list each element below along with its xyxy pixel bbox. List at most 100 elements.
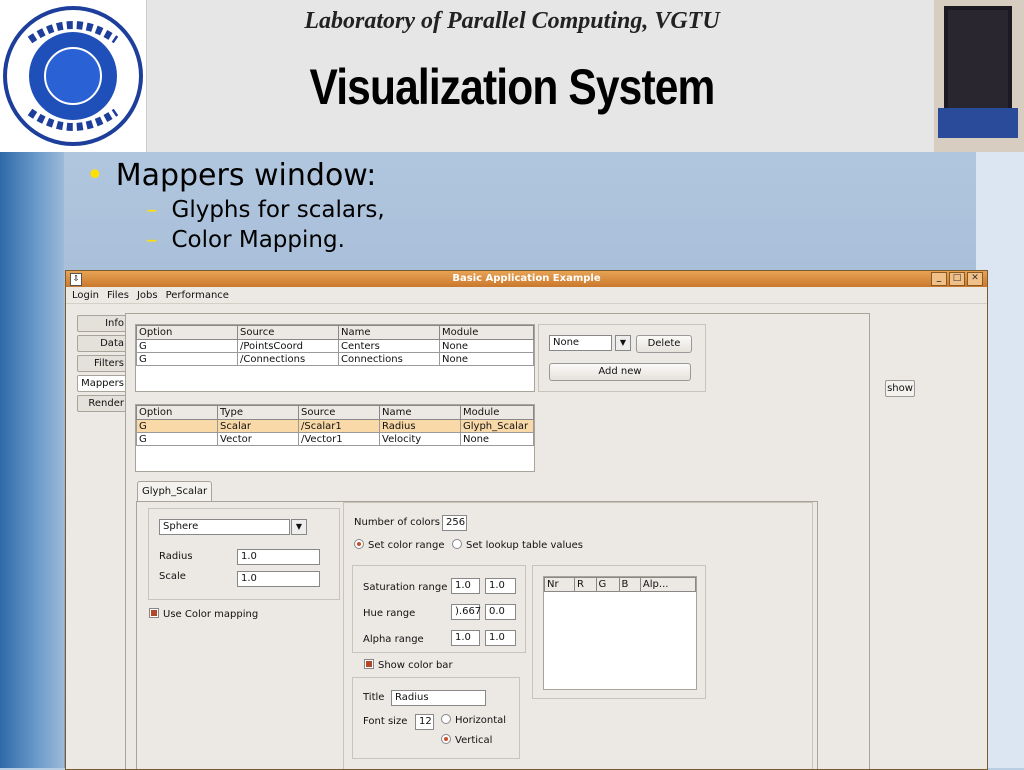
- table-row[interactable]: G Vector /Vector1 Velocity None: [136, 432, 534, 446]
- show-button[interactable]: show: [885, 380, 915, 397]
- vertical-radio[interactable]: Vertical: [441, 734, 492, 746]
- window-controls: _ □ ✕: [931, 272, 983, 286]
- column-header[interactable]: Option: [136, 405, 218, 420]
- menu-bar: Login Files Jobs Performance: [66, 287, 987, 304]
- table-cell: G: [136, 352, 238, 366]
- table-cell: G: [136, 339, 238, 353]
- set-color-range-label: Set color range: [368, 540, 445, 551]
- font-size-field[interactable]: 12: [415, 714, 434, 730]
- alpha-label: Alpha range: [363, 634, 424, 645]
- number-of-colors-field[interactable]: 256: [442, 515, 467, 531]
- menu-files[interactable]: Files: [107, 290, 129, 301]
- color-bar-group: Title Radius Font size 12 Horizontal Ver…: [352, 677, 520, 759]
- add-new-button[interactable]: Add new: [549, 363, 691, 381]
- vertical-label: Vertical: [455, 735, 493, 746]
- radio-icon: [354, 539, 364, 549]
- title-field[interactable]: Radius: [391, 690, 486, 706]
- horizontal-radio[interactable]: Horizontal: [441, 714, 506, 726]
- table-row-selected[interactable]: G Scalar /Scalar1 Radius Glyph_Scalar: [136, 419, 534, 433]
- saturation-label: Saturation range: [363, 582, 448, 593]
- window-titlebar[interactable]: ⇩ Basic Application Example _ □ ✕: [66, 271, 987, 287]
- column-header[interactable]: Name: [338, 325, 440, 340]
- color-mapping-group: Number of colors 256 Set color range Set…: [343, 502, 813, 769]
- menu-jobs[interactable]: Jobs: [137, 290, 158, 301]
- chevron-down-icon[interactable]: ▼: [615, 335, 631, 351]
- bullet-sub-text: Color Mapping.: [171, 227, 345, 253]
- set-lookup-radio[interactable]: Set lookup table values: [452, 539, 583, 551]
- alpha-max-field[interactable]: 1.0: [485, 630, 516, 646]
- column-header[interactable]: Alp...: [639, 577, 697, 592]
- column-header[interactable]: Module: [460, 405, 534, 420]
- column-header[interactable]: R: [573, 577, 597, 592]
- radius-field[interactable]: 1.0: [237, 549, 320, 565]
- radio-icon: [441, 734, 451, 744]
- column-header[interactable]: Nr: [544, 577, 575, 592]
- column-header[interactable]: Source: [237, 325, 339, 340]
- table-cell: /Connections: [237, 352, 339, 366]
- sources-table-box: Option Source Name Module G /PointsCoord…: [135, 324, 535, 392]
- table-cell: Connections: [338, 352, 440, 366]
- dash-icon: –: [146, 197, 158, 223]
- column-header[interactable]: Name: [379, 405, 461, 420]
- table-cell: /Scalar1: [298, 419, 380, 433]
- set-lookup-label: Set lookup table values: [466, 540, 583, 551]
- table-row[interactable]: G /Connections Connections None: [136, 352, 534, 366]
- bullet-sub-text: Glyphs for scalars,: [171, 197, 385, 223]
- table-row[interactable]: G /PointsCoord Centers None: [136, 339, 534, 353]
- hue-min-field[interactable]: ).667: [451, 604, 481, 620]
- hue-max-field[interactable]: 0.0: [485, 604, 516, 620]
- table-cell: None: [439, 352, 534, 366]
- slide-kicker: Laboratory of Parallel Computing, VGTU: [304, 8, 720, 34]
- radio-icon: [452, 539, 462, 549]
- use-color-mapping-label: Use Color mapping: [163, 609, 259, 620]
- radio-icon: [441, 714, 451, 724]
- shape-select[interactable]: Sphere: [159, 519, 290, 535]
- number-of-colors-label: Number of colors: [354, 517, 441, 528]
- range-group: Saturation range 1.0 1.0 Hue range ).667…: [352, 565, 526, 653]
- column-header[interactable]: Source: [298, 405, 380, 420]
- tab-filters[interactable]: Filters: [77, 355, 127, 372]
- table-cell: Radius: [379, 419, 461, 433]
- alpha-min-field[interactable]: 1.0: [451, 630, 480, 646]
- horizontal-label: Horizontal: [455, 715, 507, 726]
- glyph-scalar-panel: Sphere ▼ Radius 1.0 Scale 1.0 Use Color …: [136, 501, 818, 769]
- tab-render[interactable]: Render: [77, 395, 127, 412]
- bullet-main: • Mappers window:: [86, 158, 385, 193]
- maximize-icon[interactable]: □: [949, 272, 965, 286]
- tab-glyph-scalar[interactable]: Glyph_Scalar: [137, 481, 213, 502]
- app-icon: ⇩: [70, 273, 82, 286]
- module-select[interactable]: None: [549, 335, 612, 351]
- column-header[interactable]: Type: [217, 405, 299, 420]
- slide-title: Visualization System: [309, 59, 715, 115]
- column-header[interactable]: Option: [136, 325, 238, 340]
- table-cell: Scalar: [217, 419, 299, 433]
- radius-label: Radius: [159, 551, 193, 562]
- use-color-mapping-checkbox[interactable]: Use Color mapping: [149, 608, 258, 620]
- tab-data[interactable]: Data: [77, 335, 127, 352]
- show-color-bar-checkbox[interactable]: Show color bar: [364, 659, 453, 671]
- saturation-max-field[interactable]: 1.0: [485, 578, 516, 594]
- column-header[interactable]: G: [595, 577, 620, 592]
- close-icon[interactable]: ✕: [967, 272, 983, 286]
- lookup-table[interactable]: Nr R G B Alp...: [543, 576, 697, 690]
- side-tabs: Info Data Filters Mappers Render: [77, 315, 127, 412]
- checkbox-icon: [364, 659, 374, 669]
- table-cell: Centers: [338, 339, 440, 353]
- tab-mappers[interactable]: Mappers: [77, 375, 127, 392]
- delete-button[interactable]: Delete: [636, 335, 692, 353]
- app-window: ⇩ Basic Application Example _ □ ✕ Login …: [65, 270, 988, 770]
- column-header[interactable]: B: [618, 577, 641, 592]
- lookup-table-group: Nr R G B Alp...: [532, 565, 706, 699]
- table-cell: Vector: [217, 432, 299, 446]
- minimize-icon[interactable]: _: [931, 272, 947, 286]
- chevron-down-icon[interactable]: ▼: [291, 519, 307, 535]
- slide-header: Laboratory of Parallel Computing, VGTU V…: [0, 0, 1024, 152]
- saturation-min-field[interactable]: 1.0: [451, 578, 480, 594]
- menu-login[interactable]: Login: [72, 290, 99, 301]
- menu-performance[interactable]: Performance: [166, 290, 229, 301]
- scale-field[interactable]: 1.0: [237, 571, 320, 587]
- tab-info[interactable]: Info: [77, 315, 127, 332]
- column-header[interactable]: Module: [439, 325, 534, 340]
- set-color-range-radio[interactable]: Set color range: [354, 539, 444, 551]
- bullet-sub: – Color Mapping.: [146, 227, 385, 253]
